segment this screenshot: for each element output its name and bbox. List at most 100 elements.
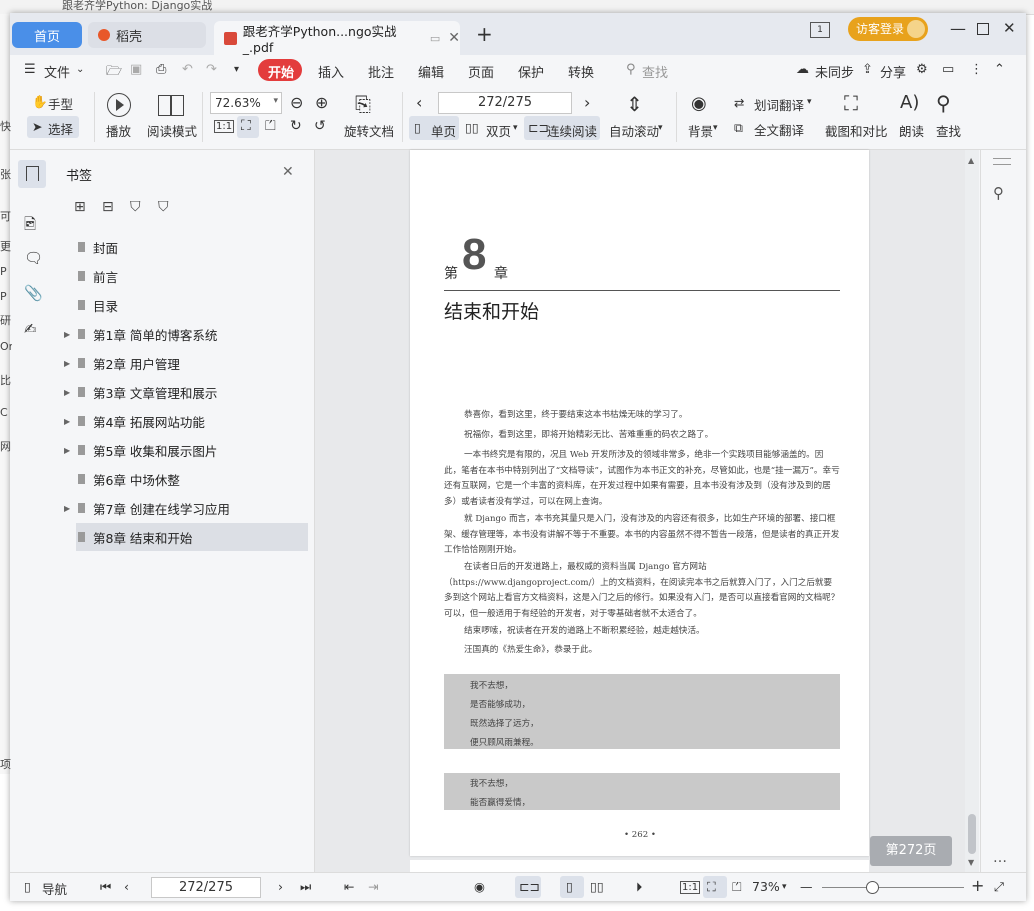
share-icon[interactable]: ⇪ <box>862 62 873 77</box>
cloud-icon[interactable]: ☁ <box>796 62 809 77</box>
add-bookmark-icon[interactable]: ⊞ <box>74 199 86 215</box>
screenshot-compare-icon[interactable]: ⛶ <box>844 91 858 115</box>
background-chevron-icon[interactable]: ▾ <box>713 123 718 133</box>
tab-window-icon[interactable]: ▭ <box>430 32 440 45</box>
scroll-up-icon[interactable]: ▲ <box>968 156 974 165</box>
bookmark-item[interactable]: 第8章 结束和开始 <box>76 523 308 551</box>
status-fit-width-icon[interactable]: ⏍ <box>732 879 742 895</box>
menu-file[interactable]: 文件 <box>44 62 70 81</box>
expand-arrow-icon[interactable]: ▶ <box>64 446 76 455</box>
more-tools-icon[interactable]: … <box>993 850 1007 866</box>
scroll-down-icon[interactable]: ▼ <box>968 858 974 867</box>
menu-edit[interactable]: 编辑 <box>418 62 444 81</box>
screenshot-compare-label[interactable]: 截图和对比 <box>825 121 888 140</box>
fit-width-icon[interactable]: ⏍ <box>265 118 276 134</box>
play-icon[interactable] <box>107 93 131 117</box>
maximize-icon[interactable] <box>977 23 989 35</box>
word-translate-chevron-icon[interactable]: ▾ <box>807 97 812 107</box>
close-window-icon[interactable]: ✕ <box>1003 19 1016 37</box>
comment-icon[interactable]: 🗨 <box>24 249 43 267</box>
autoscroll-chevron-icon[interactable]: ▾ <box>658 123 663 133</box>
read-aloud-icon[interactable]: A) <box>900 92 919 113</box>
eye-icon[interactable]: ◉ <box>691 93 707 114</box>
first-page-icon[interactable]: ⏮ <box>100 879 111 895</box>
fullscreen-icon[interactable]: ⤢ <box>994 879 1004 895</box>
close-panel-icon[interactable]: ✕ <box>282 164 294 180</box>
word-translate-icon[interactable]: ⇄ <box>734 95 744 110</box>
find-icon[interactable]: ⚲ <box>936 91 951 115</box>
bookmark-item[interactable]: ▶ 第1章 简单的博客系统 <box>64 320 308 348</box>
zoom-slider-track[interactable] <box>822 887 964 888</box>
print-icon[interactable]: ⎙ <box>156 62 166 77</box>
bookmark-item[interactable]: 前言 <box>76 262 308 290</box>
rotate-doc-label[interactable]: 旋转文档 <box>344 121 394 140</box>
read-aloud-label[interactable]: 朗读 <box>899 121 924 140</box>
bookmark-item[interactable]: ▶ 第7章 创建在线学习应用 <box>64 494 308 522</box>
status-next-page-icon[interactable]: › <box>278 879 283 894</box>
hand-tool-label[interactable]: 手型 <box>48 94 73 113</box>
single-page-label[interactable]: 单页 <box>431 121 456 140</box>
navigation-label[interactable]: 导航 <box>42 879 67 898</box>
undo-icon[interactable]: ↶ <box>182 62 193 77</box>
autoscroll-icon[interactable]: ⇕ <box>626 92 643 116</box>
navigation-icon[interactable]: ▯ <box>24 879 31 894</box>
visitor-login-button[interactable]: 访客登录 <box>848 17 928 41</box>
continuous-read-label[interactable]: 连续阅读 <box>547 121 597 140</box>
bookmark-star-icon[interactable]: ⛉ <box>130 199 141 215</box>
minimize-icon[interactable]: — <box>950 19 966 38</box>
signature-icon[interactable]: ✍ <box>24 320 37 338</box>
open-icon[interactable]: 🗁 <box>106 62 122 84</box>
hamburger-icon[interactable]: ☰ <box>24 62 36 77</box>
next-page-icon[interactable]: › <box>584 93 590 112</box>
prev-page-icon[interactable]: ‹ <box>416 93 422 112</box>
double-page-chevron-icon[interactable]: ▾ <box>513 123 518 133</box>
status-prev-page-icon[interactable]: ‹ <box>124 879 129 894</box>
bookmark-item[interactable]: ▶ 第3章 文章管理和展示 <box>64 378 308 406</box>
page-count-icon[interactable]: 1 <box>810 22 830 38</box>
bookmark-item[interactable]: 封面 <box>76 233 308 261</box>
status-zoom-in-icon[interactable]: + <box>971 876 984 895</box>
zoom-out-icon[interactable]: ⊖ <box>290 93 303 112</box>
message-icon[interactable]: ▭ <box>942 62 954 77</box>
bookmark-item[interactable]: 目录 <box>76 291 308 319</box>
expand-arrow-icon[interactable]: ▶ <box>64 359 76 368</box>
find-label[interactable]: 查找 <box>936 121 961 140</box>
zoom-slider-thumb[interactable] <box>866 881 879 894</box>
back-icon[interactable]: ⇤ <box>344 879 354 894</box>
status-zoom-value[interactable]: 73% <box>752 879 780 894</box>
tab-home[interactable]: 首页 <box>12 22 82 48</box>
page-input[interactable]: 272/275 <box>438 92 572 114</box>
hand-icon[interactable]: ✋ <box>32 94 48 110</box>
bookmark-manage-icon[interactable]: ⛉ <box>158 199 169 215</box>
settings-icon[interactable]: ⚙ <box>916 62 928 77</box>
more-chevron-icon[interactable]: ▾ <box>234 64 239 75</box>
expand-arrow-icon[interactable]: ▶ <box>64 504 76 513</box>
redo-icon[interactable]: ↷ <box>206 62 217 77</box>
rotate-left-icon[interactable]: ↻ <box>290 118 302 134</box>
last-page-icon[interactable]: ⏭ <box>300 879 311 895</box>
status-play-icon[interactable]: ⏵ <box>636 879 642 895</box>
zoom-in-icon[interactable]: ⊕ <box>315 93 328 112</box>
collapse-ribbon-icon[interactable]: ⌃ <box>994 62 1005 77</box>
tab-document[interactable]: 跟老齐学Python...ngo实战_.pdf ▭ ✕ <box>214 21 460 55</box>
select-tool-label[interactable]: 选择 <box>48 119 73 138</box>
rotate-doc-icon[interactable]: ⎘ <box>355 92 371 116</box>
play-label[interactable]: 播放 <box>106 121 131 140</box>
read-mode-label[interactable]: 阅读模式 <box>147 121 197 140</box>
menu-annotate[interactable]: 批注 <box>368 62 394 81</box>
full-translate-icon[interactable]: ⧉ <box>734 120 743 136</box>
bookmark-item[interactable]: ▶ 第4章 拓展网站功能 <box>64 407 308 435</box>
vertical-scrollbar[interactable]: ▲ ▼ <box>965 150 979 872</box>
new-tab-button[interactable]: + <box>476 22 493 46</box>
expand-arrow-icon[interactable]: ▶ <box>64 388 76 397</box>
share-label[interactable]: 分享 <box>880 62 906 81</box>
read-mode-icon[interactable] <box>158 95 184 116</box>
status-actual-size-icon[interactable]: 1:1 <box>680 881 701 894</box>
thumbnail-icon[interactable]: 🖻 <box>24 214 36 239</box>
menu-insert[interactable]: 插入 <box>318 62 344 81</box>
full-translate-label[interactable]: 全文翻译 <box>754 120 804 139</box>
word-translate-label[interactable]: 划词翻译 <box>754 95 804 114</box>
tab-daoke[interactable]: 稻壳 <box>88 22 206 48</box>
menu-page[interactable]: 页面 <box>468 62 494 81</box>
bookmark-item[interactable]: 第6章 中场休整 <box>76 465 308 493</box>
